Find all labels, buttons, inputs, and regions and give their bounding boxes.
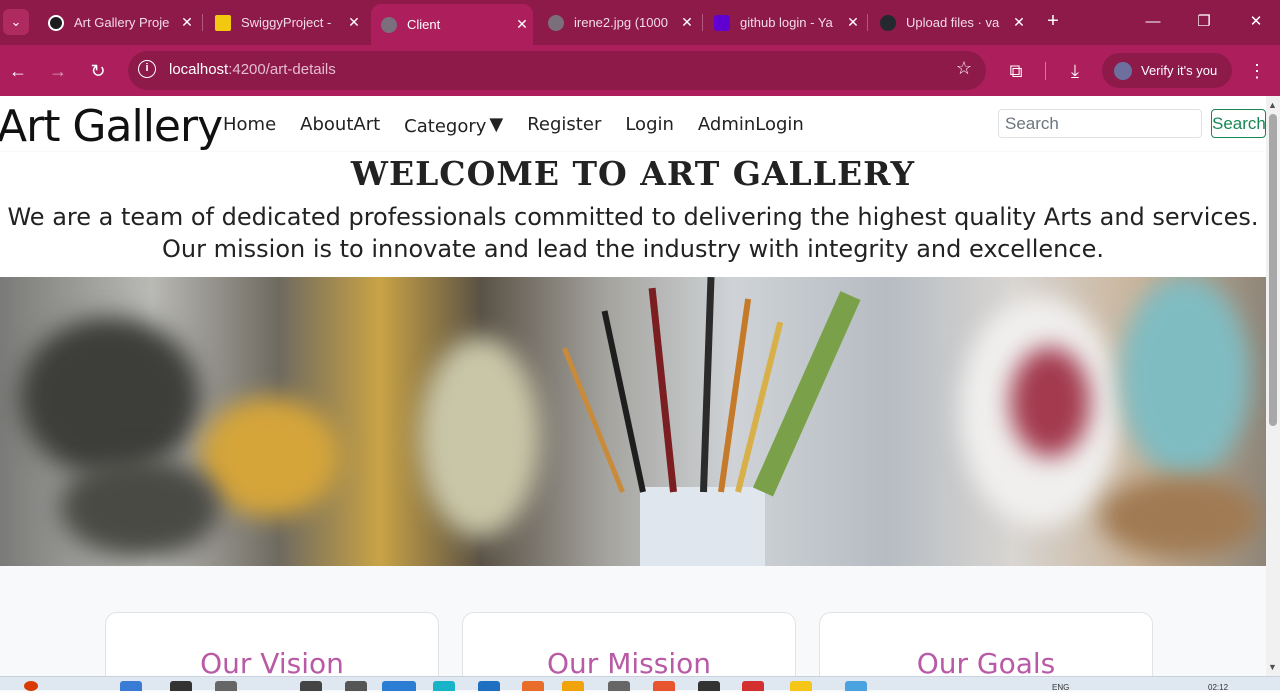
- tab-art-gallery-project[interactable]: Art Gallery Proje ✕: [38, 6, 198, 39]
- card-title: Our Mission: [547, 647, 711, 676]
- new-tab-plus-icon[interactable]: +: [1040, 9, 1066, 35]
- back-arrow-icon[interactable]: ←: [5, 58, 31, 84]
- globe-favicon-icon: [381, 16, 397, 33]
- site-info-icon[interactable]: i: [138, 60, 156, 78]
- nav-links: Home AboutArt Category ▼ Register Login A…: [223, 114, 804, 137]
- globe-favicon-icon: [548, 14, 564, 31]
- address-bar[interactable]: i localhost:4200/art-details ☆: [128, 51, 986, 90]
- welcome-line-1: We are a team of dedicated professionals…: [7, 203, 1259, 231]
- close-tab-icon[interactable]: ✕: [511, 16, 533, 33]
- site-navbar: Art Gallery Home AboutArt Category ▼ Regi…: [0, 96, 1266, 152]
- nav-register[interactable]: Register: [527, 114, 601, 137]
- nav-adminlogin[interactable]: AdminLogin: [698, 114, 804, 137]
- browser-tab-bar: ⌄ Art Gallery Proje ✕ SwiggyProject - ✕ …: [0, 0, 1280, 45]
- nav-category-label: Category: [404, 116, 487, 137]
- card-our-vision: Our Vision: [105, 612, 439, 676]
- page-scrollbar[interactable]: ▲ ▼: [1266, 96, 1280, 676]
- close-tab-icon[interactable]: ✕: [176, 14, 198, 31]
- search-button[interactable]: Search: [1211, 109, 1266, 138]
- scrollbar-thumb[interactable]: [1269, 114, 1277, 426]
- forward-arrow-icon[interactable]: →: [45, 58, 71, 84]
- restore-icon[interactable]: ❐: [1189, 10, 1219, 34]
- profile-label: Verify it's you: [1141, 63, 1218, 78]
- language-indicator[interactable]: ENG: [1052, 683, 1069, 692]
- tab-title: irene2.jpg (1000: [574, 15, 668, 30]
- browser-toolbar: ← → ↻ i localhost:4200/art-details ☆ ⧉ ⤓…: [0, 45, 1280, 96]
- avatar: [1114, 61, 1132, 80]
- profile-verify-button[interactable]: Verify it's you: [1102, 53, 1232, 88]
- hero-image-paintbrushes: [0, 277, 1266, 566]
- close-tab-icon[interactable]: ✕: [343, 14, 365, 31]
- tab-title: Upload files · va: [906, 15, 1000, 30]
- chatgpt-favicon-icon: [48, 14, 64, 31]
- card-our-mission: Our Mission: [462, 612, 796, 676]
- caret-down-icon: ▼: [489, 114, 504, 135]
- bookmark-star-icon[interactable]: ☆: [956, 58, 972, 79]
- brand-logo[interactable]: Art Gallery: [0, 101, 223, 152]
- tab-github-login[interactable]: github login - Ya ✕: [704, 6, 864, 39]
- scroll-up-arrow-icon[interactable]: ▲: [1268, 100, 1277, 110]
- tab-title: SwiggyProject -: [241, 15, 332, 30]
- nav-login[interactable]: Login: [625, 114, 674, 137]
- tab-title: github login - Ya: [740, 15, 833, 30]
- nav-category-dropdown[interactable]: Category ▼: [404, 114, 503, 137]
- welcome-section: WELCOME TO ART GALLERY We are a team of …: [0, 152, 1266, 277]
- search-input[interactable]: [998, 109, 1202, 138]
- tab-upload-files[interactable]: Upload files · va ✕: [870, 6, 1030, 39]
- welcome-heading: WELCOME TO ART GALLERY: [350, 154, 916, 193]
- welcome-line-2: Our mission is to innovate and lead the …: [162, 235, 1104, 263]
- yahoo-favicon-icon: [714, 14, 730, 31]
- nav-aboutart[interactable]: AboutArt: [300, 114, 380, 137]
- close-window-icon[interactable]: ✕: [1241, 10, 1271, 34]
- tab-client[interactable]: Client ✕: [371, 4, 533, 45]
- minimize-icon[interactable]: —: [1138, 10, 1168, 34]
- page-viewport: Art Gallery Home AboutArt Category ▼ Regi…: [0, 96, 1266, 676]
- close-tab-icon[interactable]: ✕: [1008, 14, 1030, 31]
- browser-menu-kebab-icon[interactable]: ⋮: [1244, 58, 1270, 84]
- tab-search-chevron-icon[interactable]: ⌄: [3, 9, 29, 35]
- close-tab-icon[interactable]: ✕: [676, 14, 698, 31]
- tab-irene2-jpg[interactable]: irene2.jpg (1000 ✕: [538, 6, 698, 39]
- windows-taskbar: ENG 02:12: [0, 676, 1280, 692]
- clock[interactable]: 02:12: [1208, 683, 1228, 692]
- powerbi-favicon-icon: [215, 14, 231, 31]
- github-favicon-icon: [880, 14, 896, 31]
- tab-title: Client: [407, 17, 441, 32]
- extensions-puzzle-icon[interactable]: ⧉: [1003, 58, 1029, 84]
- info-cards: Our Vision Our Mission Our Goals: [0, 566, 1266, 676]
- tab-swiggy-project[interactable]: SwiggyProject - ✕: [205, 6, 365, 39]
- nav-home[interactable]: Home: [223, 114, 276, 137]
- url-text: localhost:4200/art-details: [169, 61, 336, 78]
- scroll-down-arrow-icon[interactable]: ▼: [1268, 662, 1277, 672]
- card-title: Our Vision: [200, 647, 344, 676]
- tab-title: Art Gallery Proje: [74, 15, 170, 30]
- close-tab-icon[interactable]: ✕: [842, 14, 864, 31]
- download-icon[interactable]: ⤓: [1062, 58, 1088, 84]
- card-title: Our Goals: [916, 647, 1056, 676]
- card-our-goals: Our Goals: [819, 612, 1153, 676]
- reload-icon[interactable]: ↻: [85, 58, 111, 84]
